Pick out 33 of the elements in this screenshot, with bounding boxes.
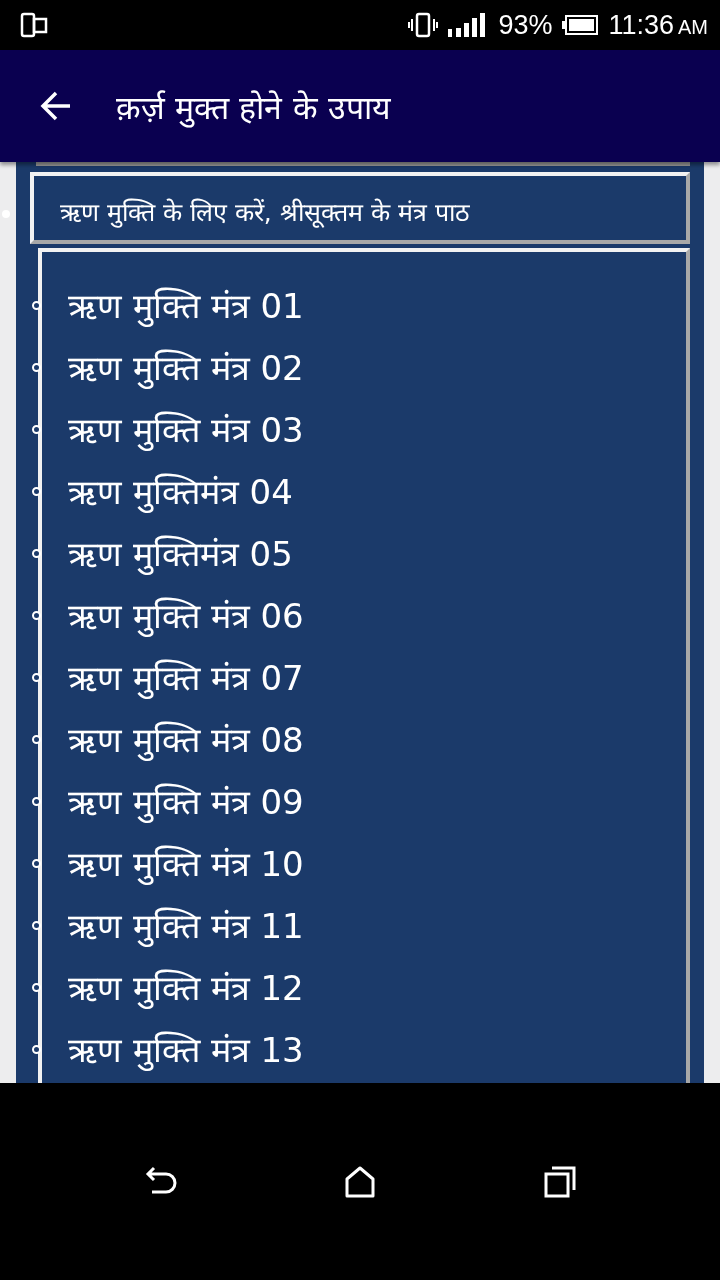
list-link[interactable]: ऋण मुक्ति मंत्र 12 [68, 964, 304, 1010]
battery-percent: 93% [498, 9, 553, 41]
battery-icon [562, 15, 599, 35]
bullet-icon [32, 796, 41, 806]
list-link[interactable]: ऋण मुक्ति मंत्र 01 [68, 282, 304, 328]
screen-mirror-icon [20, 11, 48, 39]
vibrate-icon [408, 11, 439, 39]
list-link[interactable]: ऋण मुक्ति मंत्र 13 [68, 1026, 304, 1072]
clock: 11:36 AM [608, 9, 708, 41]
list-link[interactable]: ऋण मुक्ति मंत्र 11 [68, 902, 304, 948]
bullet-icon [32, 734, 41, 744]
bullet-icon [32, 362, 41, 372]
bullet-icon [32, 920, 41, 930]
list-link[interactable]: ऋण मुक्ति मंत्र 07 [68, 654, 304, 700]
bullet-icon [32, 610, 41, 620]
bullet-icon [32, 486, 41, 496]
bullet-icon [32, 1044, 41, 1054]
list-link[interactable]: ऋण मुक्ति मंत्र 02 [68, 344, 304, 390]
list-link[interactable]: ऋण मुक्ति मंत्र 08 [68, 716, 304, 762]
list-link[interactable]: ऋण मुक्ति मंत्र 10 [68, 840, 304, 886]
section-heading: ऋण मुक्ति के लिए करें, श्रीसूक्तम के मंत्र पाठ [30, 172, 690, 244]
list-link[interactable]: ऋण मुक्ति मंत्र 06 [68, 592, 304, 638]
bullet-icon [32, 300, 41, 310]
bullet-icon [32, 858, 41, 868]
bullet-icon [32, 548, 41, 558]
list-link[interactable]: ऋण मुक्ति मंत्र 09 [68, 778, 304, 824]
bullet-icon [32, 424, 41, 434]
list-link[interactable]: ऋण मुक्तिमंत्र 05 [68, 530, 293, 576]
list-link[interactable]: ऋण मुक्तिमंत्र 04 [68, 468, 293, 514]
list-link[interactable]: ऋण मुक्ति मंत्र 03 [68, 406, 304, 452]
bullet-icon [32, 672, 41, 682]
app-title: क़र्ज़ मुक्त होने के उपाय [116, 87, 391, 128]
bullet-icon [32, 982, 41, 992]
